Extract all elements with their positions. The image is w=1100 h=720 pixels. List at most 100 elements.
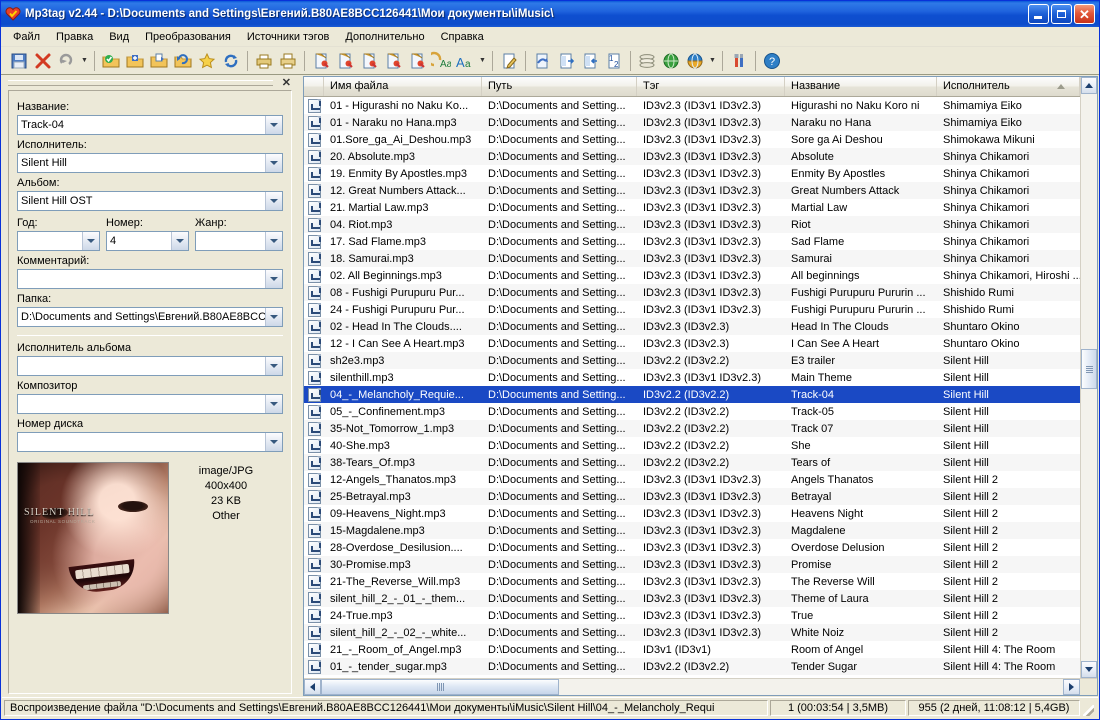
filename-to-tag-icon[interactable] bbox=[309, 49, 333, 73]
help-icon[interactable]: ? bbox=[760, 49, 784, 73]
tag-to-tag-icon[interactable] bbox=[381, 49, 405, 73]
panel-drag-handle[interactable] bbox=[8, 80, 273, 86]
table-row[interactable]: 02 - Head In The Clouds.... D:\Documents … bbox=[304, 318, 1080, 335]
vertical-scroll-track[interactable] bbox=[1081, 94, 1097, 661]
chevron-down-icon[interactable] bbox=[265, 433, 282, 451]
table-row[interactable]: 12-Angels_Thanatos.mp3 D:\Documents and S… bbox=[304, 471, 1080, 488]
reload-directory-icon[interactable] bbox=[171, 49, 195, 73]
table-row[interactable]: 01_-_tender_sugar.mp3 D:\Documents and Se… bbox=[304, 658, 1080, 675]
table-row[interactable]: 04. Riot.mp3 D:\Documents and Setting... I… bbox=[304, 216, 1080, 233]
vertical-scrollbar[interactable] bbox=[1080, 77, 1097, 678]
scroll-up-button[interactable] bbox=[1081, 77, 1097, 94]
table-row[interactable]: 21_-_Room_of_Angel.mp3 D:\Documents and S… bbox=[304, 641, 1080, 658]
table-row[interactable]: 12 - I Can See A Heart.mp3 D:\Documents a… bbox=[304, 335, 1080, 352]
table-row[interactable]: silent_hill_2_-_02_-_white... D:\Document… bbox=[304, 624, 1080, 641]
actions-dropdown-icon[interactable]: ▼ bbox=[477, 49, 488, 73]
chevron-down-icon[interactable] bbox=[265, 154, 282, 172]
menu-item-6[interactable]: Дополнительно bbox=[337, 29, 432, 45]
album-field[interactable]: Silent Hill OST bbox=[17, 191, 283, 211]
chevron-down-icon[interactable] bbox=[265, 192, 282, 210]
table-row[interactable]: 28-Overdose_Desilusion.... D:\Documents a… bbox=[304, 539, 1080, 556]
refresh-icon[interactable] bbox=[219, 49, 243, 73]
table-row[interactable]: 04_-_Melancholy_Requie... D:\Documents an… bbox=[304, 386, 1080, 403]
table-row[interactable]: 01.Sore_ga_Ai_Deshou.mp3 D:\Documents and… bbox=[304, 131, 1080, 148]
edit-icon[interactable] bbox=[497, 49, 521, 73]
tag-to-filename-icon[interactable] bbox=[333, 49, 357, 73]
folder-field[interactable]: D:\Documents and Settings\Евгений.B80AE8… bbox=[17, 307, 283, 327]
resize-grip[interactable] bbox=[1080, 698, 1096, 718]
horizontal-scroll-track[interactable] bbox=[321, 679, 1063, 695]
album-artist-field[interactable] bbox=[17, 356, 283, 376]
print-icon[interactable] bbox=[276, 49, 300, 73]
table-row[interactable]: 15-Magdalene.mp3 D:\Documents and Setting… bbox=[304, 522, 1080, 539]
chevron-down-icon[interactable] bbox=[82, 232, 99, 250]
menu-item-7[interactable]: Справка bbox=[433, 29, 492, 45]
menu-item-5[interactable]: Источники тэгов bbox=[239, 29, 338, 45]
table-row[interactable]: silent_hill_2_-_01_-_them... D:\Documents… bbox=[304, 590, 1080, 607]
horizontal-scrollbar[interactable] bbox=[304, 678, 1097, 695]
table-row[interactable]: 20. Absolute.mp3 D:\Documents and Setting… bbox=[304, 148, 1080, 165]
tag-sources-icon[interactable] bbox=[635, 49, 659, 73]
case-conversion-icon[interactable]: Aa bbox=[429, 49, 453, 73]
column-header-title[interactable]: Название bbox=[785, 77, 937, 96]
column-header-path[interactable]: Путь bbox=[482, 77, 637, 96]
undo-icon[interactable] bbox=[55, 49, 79, 73]
table-row[interactable]: 24-True.mp3 D:\Documents and Setting... ID… bbox=[304, 607, 1080, 624]
table-row[interactable]: 21-The_Reverse_Will.mp3 D:\Documents and … bbox=[304, 573, 1080, 590]
chevron-down-icon[interactable] bbox=[265, 232, 282, 250]
chevron-down-icon[interactable] bbox=[265, 270, 282, 288]
menu-item-1[interactable]: Файл bbox=[5, 29, 48, 45]
table-row[interactable]: 24 - Fushigi Purupuru Pur... D:\Documents… bbox=[304, 301, 1080, 318]
disc-number-field[interactable] bbox=[17, 432, 283, 452]
column-header-tag[interactable]: Тэг bbox=[637, 77, 785, 96]
album-art[interactable]: SILENT HILL ORIGINAL SOUNDTRACK bbox=[17, 462, 169, 614]
chevron-down-icon[interactable] bbox=[265, 357, 282, 375]
save-icon[interactable] bbox=[7, 49, 31, 73]
export-icon[interactable] bbox=[554, 49, 578, 73]
auto-numbering-icon[interactable]: 12 bbox=[602, 49, 626, 73]
amazon-icon[interactable] bbox=[683, 49, 707, 73]
playlist-icon[interactable] bbox=[530, 49, 554, 73]
menu-item-4[interactable]: Преобразования bbox=[137, 29, 239, 45]
composer-field[interactable] bbox=[17, 394, 283, 414]
table-row[interactable]: 40-She.mp3 D:\Documents and Setting... ID3… bbox=[304, 437, 1080, 454]
table-row[interactable]: 02. All Beginnings.mp3 D:\Documents and S… bbox=[304, 267, 1080, 284]
table-row[interactable]: 09-Heavens_Night.mp3 D:\Documents and Set… bbox=[304, 505, 1080, 522]
table-row[interactable]: 25-Betrayal.mp3 D:\Documents and Setting.… bbox=[304, 488, 1080, 505]
table-row[interactable]: silenthill.mp3 D:\Documents and Setting..… bbox=[304, 369, 1080, 386]
artist-field[interactable]: Silent Hill bbox=[17, 153, 283, 173]
favorites-icon[interactable] bbox=[195, 49, 219, 73]
table-row[interactable]: 18. Samurai.mp3 D:\Documents and Setting.… bbox=[304, 250, 1080, 267]
close-button[interactable]: ✕ bbox=[1074, 4, 1095, 24]
table-row[interactable]: 17. Sad Flame.mp3 D:\Documents and Settin… bbox=[304, 233, 1080, 250]
menu-item-3[interactable]: Вид bbox=[101, 29, 137, 45]
options-icon[interactable] bbox=[727, 49, 751, 73]
vertical-scroll-thumb[interactable] bbox=[1081, 349, 1097, 389]
column-header-artist[interactable]: Исполнитель bbox=[937, 77, 1080, 96]
table-row[interactable]: 21. Martial Law.mp3 D:\Documents and Sett… bbox=[304, 199, 1080, 216]
import-icon[interactable] bbox=[578, 49, 602, 73]
genre-field[interactable] bbox=[195, 231, 283, 251]
track-field[interactable]: 4 bbox=[106, 231, 189, 251]
menu-item-2[interactable]: Правка bbox=[48, 29, 101, 45]
table-row[interactable]: 08 - Fushigi Purupuru Pur... D:\Documents… bbox=[304, 284, 1080, 301]
remove-tag-icon[interactable] bbox=[31, 49, 55, 73]
table-row[interactable]: 19. Enmity By Apostles.mp3 D:\Documents a… bbox=[304, 165, 1080, 182]
comment-field[interactable] bbox=[17, 269, 283, 289]
table-row[interactable]: 05_-_Confinement.mp3 D:\Documents and Set… bbox=[304, 403, 1080, 420]
scroll-right-button[interactable] bbox=[1063, 679, 1080, 695]
table-row[interactable]: 01 - Higurashi no Naku Ko... D:\Documents… bbox=[304, 97, 1080, 114]
freedb-icon[interactable] bbox=[659, 49, 683, 73]
scroll-down-button[interactable] bbox=[1081, 661, 1097, 678]
change-directory-icon[interactable] bbox=[99, 49, 123, 73]
replace-icon[interactable]: Aa bbox=[453, 49, 477, 73]
column-header-file[interactable]: Имя файла bbox=[324, 77, 482, 96]
text-file-to-tag-icon[interactable] bbox=[405, 49, 429, 73]
table-row[interactable]: 12. Great Numbers Attack... D:\Documents … bbox=[304, 182, 1080, 199]
minimize-button[interactable] bbox=[1028, 4, 1049, 24]
horizontal-scroll-thumb[interactable] bbox=[321, 679, 559, 695]
add-directory-icon[interactable] bbox=[123, 49, 147, 73]
print-preview-icon[interactable] bbox=[252, 49, 276, 73]
title-field[interactable]: Track-04 bbox=[17, 115, 283, 135]
tag-sources-dropdown-icon[interactable]: ▼ bbox=[707, 49, 718, 73]
